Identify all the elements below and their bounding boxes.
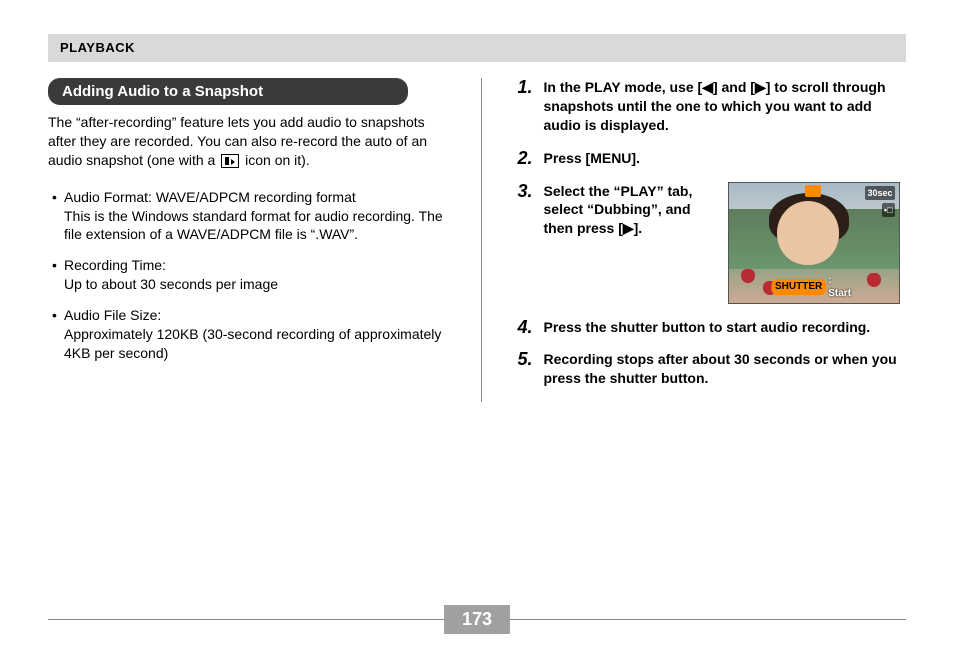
bullet-title: Recording Time: — [64, 256, 445, 275]
start-label: : Start — [828, 274, 856, 301]
step-number: 4. — [518, 318, 538, 336]
step-3: 3. Select the “PLAY” tab, select “Dubbin… — [510, 182, 907, 304]
audio-icon — [805, 185, 821, 197]
step-5: 5. Recording stops after about 30 second… — [510, 350, 907, 388]
step-3-row: Select the “PLAY” tab, select “Dubbing”,… — [544, 182, 907, 304]
intro-after-icon: icon on it). — [245, 152, 310, 168]
subsection-title: Adding Audio to a Snapshot — [48, 78, 408, 105]
step-text: Recording stops after about 30 seconds o… — [544, 350, 907, 388]
preview-face — [777, 201, 839, 265]
mode-icon: •□ — [882, 203, 895, 217]
list-item: Audio File Size: Approximately 120KB (30… — [48, 306, 445, 363]
right-column: 1. In the PLAY mode, use [◀] and [▶] to … — [481, 78, 907, 402]
step-number: 1. — [518, 78, 538, 96]
record-timer: 30sec — [865, 186, 894, 200]
manual-page: PLAYBACK Adding Audio to a Snapshot The … — [0, 0, 954, 646]
step-1: 1. In the PLAY mode, use [◀] and [▶] to … — [510, 78, 907, 135]
preview-strawberry — [867, 273, 881, 287]
section-header-text: PLAYBACK — [60, 40, 135, 55]
preview-footer: SHUTTER : Start — [771, 274, 856, 301]
bullet-title: Audio Format: WAVE/ADPCM recording forma… — [64, 188, 445, 207]
two-column-layout: Adding Audio to a Snapshot The “after-re… — [48, 78, 906, 402]
page-footer: 173 — [48, 619, 906, 620]
bullet-detail: Up to about 30 seconds per image — [64, 275, 445, 294]
step-4: 4. Press the shutter button to start aud… — [510, 318, 907, 337]
intro-paragraph: The “after-recording” feature lets you a… — [48, 113, 445, 170]
camera-lcd-preview: 30sec •□ SHUTTER : Start — [728, 182, 900, 304]
bullet-detail: Approximately 120KB (30-second recording… — [64, 325, 445, 363]
step-number: 3. — [518, 182, 538, 200]
step-text: Press [MENU]. — [544, 149, 907, 168]
list-item: Audio Format: WAVE/ADPCM recording forma… — [48, 188, 445, 245]
section-header-bar: PLAYBACK — [48, 34, 906, 62]
step-number: 2. — [518, 149, 538, 167]
list-item: Recording Time: Up to about 30 seconds p… — [48, 256, 445, 294]
page-number: 173 — [444, 605, 510, 634]
preview-strawberry — [741, 269, 755, 283]
step-text: Select the “PLAY” tab, select “Dubbing”,… — [544, 182, 714, 239]
left-column: Adding Audio to a Snapshot The “after-re… — [48, 78, 449, 402]
audio-snapshot-icon — [221, 154, 239, 168]
shutter-label: SHUTTER — [771, 279, 826, 295]
step-2: 2. Press [MENU]. — [510, 149, 907, 168]
steps-list: 1. In the PLAY mode, use [◀] and [▶] to … — [510, 78, 907, 388]
step-number: 5. — [518, 350, 538, 368]
bullet-title: Audio File Size: — [64, 306, 445, 325]
footer-rule: 173 — [48, 619, 906, 620]
step-text: Press the shutter button to start audio … — [544, 318, 907, 337]
step-text: In the PLAY mode, use [◀] and [▶] to scr… — [544, 78, 907, 135]
bullet-detail: This is the Windows standard format for … — [64, 207, 445, 245]
